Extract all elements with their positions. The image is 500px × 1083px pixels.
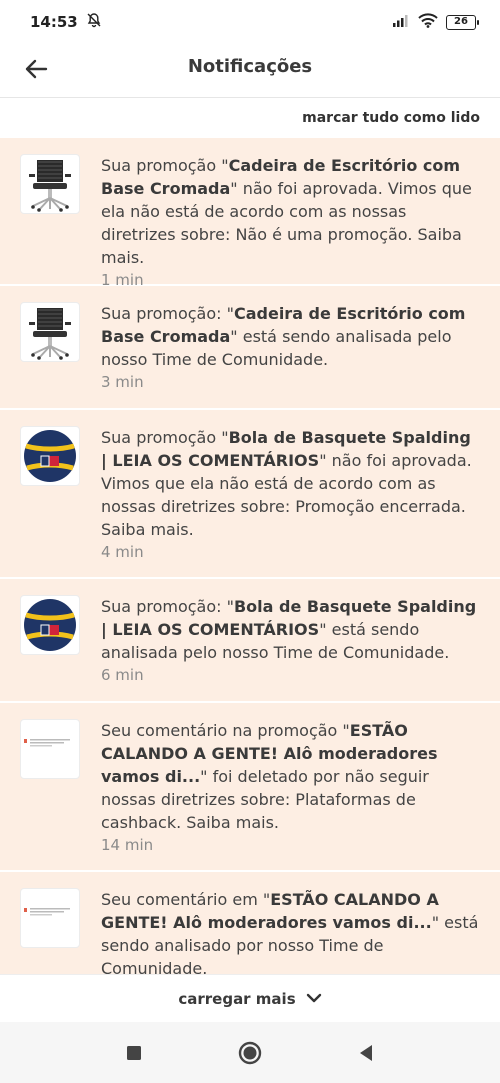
notification-item[interactable]: Sua promoção "Bola de Basquete Spalding … <box>0 410 500 578</box>
notification-content: Sua promoção "Cadeira de Escritório com … <box>101 154 480 289</box>
post-screenshot-thumbnail <box>20 719 80 779</box>
status-left: 14:53 <box>30 12 102 32</box>
notification-item[interactable]: Seu comentário em "ESTÃO CALANDO A GENTE… <box>0 872 500 974</box>
notification-time: 14 min <box>101 836 154 854</box>
notification-text-pre: Sua promoção " <box>101 156 229 175</box>
square-icon <box>127 1045 141 1060</box>
notification-list: Sua promoção "Cadeira de Escritório com … <box>0 138 500 974</box>
notification-item[interactable]: Sua promoção: "Cadeira de Escritório com… <box>0 286 500 409</box>
status-right: 26 <box>392 12 479 32</box>
page-title: Notificações <box>187 56 313 77</box>
load-more-label: carregar mais <box>178 989 296 1008</box>
wifi-icon <box>418 12 438 32</box>
notification-text-pre: Seu comentário na promoção " <box>101 721 350 740</box>
mute-bell-icon <box>86 12 102 32</box>
basketball-thumbnail <box>20 595 80 655</box>
basketball-thumbnail <box>20 426 80 486</box>
mark-all-row: marcar tudo como lido <box>0 98 500 138</box>
notification-content: Sua promoção: "Cadeira de Escritório com… <box>101 302 480 408</box>
notification-text-pre: Seu comentário em " <box>101 890 271 909</box>
notification-content: Seu comentário em "ESTÃO CALANDO A GENTE… <box>101 888 480 974</box>
notification-text-pre: Sua promoção: " <box>101 597 234 616</box>
office-chair-thumbnail <box>20 302 80 362</box>
mark-all-read-link[interactable]: marcar tudo como lido <box>302 110 480 126</box>
office-chair-thumbnail <box>20 154 80 214</box>
basketball-icon <box>24 599 76 651</box>
notification-text-pre: Sua promoção: " <box>101 304 234 323</box>
notification-time: 6 min <box>101 666 144 684</box>
signal-icon <box>392 13 410 31</box>
office-chair-icon <box>29 308 71 360</box>
status-time: 14:53 <box>30 13 78 31</box>
notification-content: Sua promoção "Bola de Basquete Spalding … <box>101 426 480 577</box>
notification-item[interactable]: Sua promoção "Cadeira de Escritório com … <box>0 138 500 289</box>
notification-content: Sua promoção: "Bola de Basquete Spalding… <box>101 595 480 701</box>
post-screenshot-thumbnail <box>20 888 80 948</box>
back-nav-button[interactable] <box>351 1038 381 1068</box>
post-screenshot-icon <box>24 739 70 747</box>
home-button[interactable] <box>235 1038 265 1068</box>
app-header: Notificações <box>0 44 500 98</box>
recent-apps-button[interactable] <box>119 1038 149 1068</box>
chevron-down-icon <box>306 989 322 1008</box>
triangle-back-icon <box>360 1044 372 1061</box>
status-bar: 14:53 26 <box>0 0 500 44</box>
circle-icon <box>238 1041 262 1064</box>
notification-content: Seu comentário na promoção "ESTÃO CALAND… <box>101 719 480 870</box>
notification-item[interactable]: Sua promoção: "Bola de Basquete Spalding… <box>0 579 500 702</box>
load-more-button[interactable]: carregar mais <box>0 974 500 1022</box>
notification-time: 3 min <box>101 373 144 391</box>
battery-indicator: 26 <box>446 14 479 30</box>
system-nav-bar <box>0 1022 500 1083</box>
notification-item[interactable]: Seu comentário na promoção "ESTÃO CALAND… <box>0 703 500 871</box>
notification-time: 4 min <box>101 543 144 561</box>
basketball-icon <box>24 430 76 482</box>
office-chair-icon <box>29 160 71 212</box>
post-screenshot-icon <box>24 908 70 916</box>
notification-text-pre: Sua promoção " <box>101 428 229 447</box>
